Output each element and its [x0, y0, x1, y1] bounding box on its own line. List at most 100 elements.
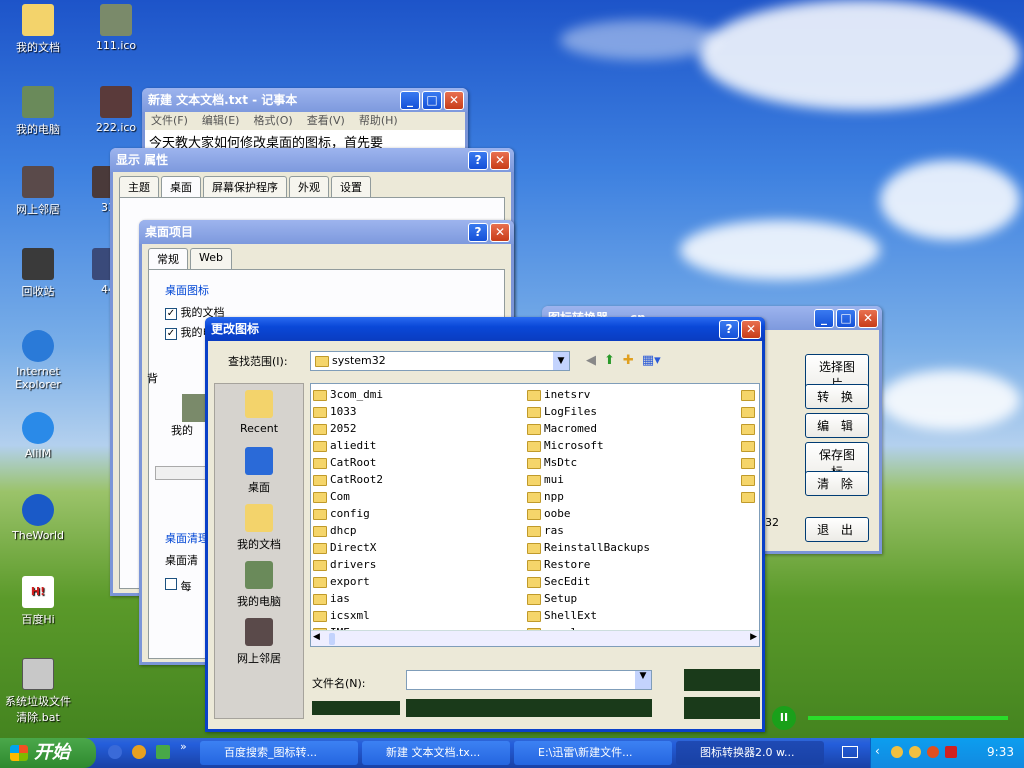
menu-format[interactable]: 格式(O) [253, 112, 292, 130]
change-icon-dialog[interactable]: 更改图标 ? ✕ 查找范围(I): system32 ▼ ◀ ⬆ ✚ ▦▾ Recent … [205, 317, 765, 732]
close-button[interactable]: ✕ [858, 309, 878, 328]
desktop-icon-theworld[interactable]: TheWorld [0, 494, 76, 542]
close-button[interactable]: ✕ [741, 320, 761, 339]
chevron-right-icon[interactable]: » [180, 740, 187, 753]
display-properties-titlebar[interactable]: 显示 属性 ? ✕ [110, 148, 514, 172]
view-menu-icon[interactable]: ▦▾ [642, 353, 661, 368]
task-explorer[interactable]: E:\迅雷\新建文件... [514, 741, 672, 765]
tray-expand-icon[interactable]: ‹ [875, 744, 880, 758]
folder-item[interactable]: Restore [527, 556, 650, 573]
filetype-combo-redacted[interactable] [406, 699, 652, 717]
folder-item[interactable]: LogFiles [527, 403, 650, 420]
filename-input[interactable]: ▼ [406, 670, 652, 690]
folder-item[interactable]: aliedit [313, 437, 383, 454]
desktop-icon-my-documents[interactable]: 我的文档 [0, 4, 76, 55]
convert-button[interactable]: 转 换 [805, 384, 869, 409]
tab-desktop[interactable]: 桌面 [161, 176, 201, 197]
tab-appearance[interactable]: 外观 [289, 176, 329, 197]
folder-item[interactable]: MsDtc [527, 454, 650, 471]
folder-item[interactable]: mui [527, 471, 650, 488]
notepad-titlebar[interactable]: 新建 文本文档.txt - 记事本 _ □ ✕ [142, 88, 468, 112]
folder-item[interactable]: 3com_dmi [313, 386, 383, 403]
folder-item[interactable]: 2052 [313, 420, 383, 437]
place-my-documents[interactable]: 我的文档 [215, 498, 303, 555]
pause-icon[interactable]: II [772, 706, 796, 730]
desktop-icon-network-places[interactable]: 网上邻居 [0, 166, 76, 217]
up-folder-icon[interactable]: ⬆ [604, 353, 615, 368]
file-list[interactable]: 3com_dmi 1033 2052 aliedit CatRoot CatRoot2 Co… [310, 383, 760, 647]
folder-item[interactable]: ias [313, 590, 383, 607]
tray-app-icon[interactable] [927, 746, 939, 758]
desktop-icon-bat[interactable]: 系统垃圾文件清除.bat [0, 658, 76, 725]
folder-item[interactable]: ShellExt [527, 607, 650, 624]
tray-qq-icon[interactable] [891, 746, 903, 758]
folder-item[interactable]: SecEdit [527, 573, 650, 590]
open-button-redacted[interactable] [684, 669, 760, 691]
quicklaunch-qq-icon[interactable] [132, 745, 146, 759]
menu-edit[interactable]: 编辑(E) [202, 112, 240, 130]
tab-settings[interactable]: 设置 [331, 176, 371, 197]
scroll-left-icon[interactable]: ◀ [313, 632, 320, 642]
tab-themes[interactable]: 主题 [119, 176, 159, 197]
folder-item[interactable]: Com [313, 488, 383, 505]
media-progress[interactable] [808, 716, 1008, 720]
tray-shield-icon[interactable] [945, 746, 957, 758]
checkbox-unchecked[interactable] [165, 578, 177, 590]
place-network[interactable]: 网上邻居 [215, 612, 303, 669]
folder-item[interactable]: CatRoot [313, 454, 383, 471]
quicklaunch-app-icon[interactable] [156, 745, 170, 759]
folder-item[interactable]: Macromed [527, 420, 650, 437]
close-button[interactable]: ✕ [490, 151, 510, 170]
folder-item[interactable]: icsxml [313, 607, 383, 624]
folder-item[interactable]: config [313, 505, 383, 522]
keyboard-icon[interactable] [842, 746, 858, 758]
desktop-items-titlebar[interactable]: 桌面项目 ? ✕ [139, 220, 514, 244]
folder-item[interactable]: dhcp [313, 522, 383, 539]
desktop-icon-recycle-bin[interactable]: 回收站 [0, 248, 76, 299]
help-button[interactable]: ? [468, 151, 488, 170]
chevron-down-icon[interactable]: ▼ [553, 352, 569, 370]
exit-button[interactable]: 退 出 [805, 517, 869, 542]
close-button[interactable]: ✕ [490, 223, 510, 242]
folder-item[interactable]: Microsoft [527, 437, 650, 454]
folder-item[interactable]: 1033 [313, 403, 383, 420]
checkbox-checked[interactable]: ✓ [165, 308, 177, 320]
place-recent[interactable]: Recent [215, 384, 303, 441]
change-icon-titlebar[interactable]: 更改图标 ? ✕ [205, 317, 765, 341]
folder-item[interactable]: oobe [527, 505, 650, 522]
horizontal-scrollbar[interactable]: ◀ ▶ [311, 630, 759, 646]
folder-item[interactable]: DirectX [313, 539, 383, 556]
look-in-combo[interactable]: system32 ▼ [310, 351, 570, 371]
maximize-button[interactable]: □ [422, 91, 442, 110]
scroll-thumb[interactable] [329, 633, 335, 645]
tab-screensaver[interactable]: 屏幕保护程序 [203, 176, 287, 197]
desktop-icon-my-computer[interactable]: 我的电脑 [0, 86, 76, 137]
place-desktop[interactable]: 桌面 [215, 441, 303, 498]
tab-web[interactable]: Web [190, 248, 232, 269]
help-button[interactable]: ? [719, 320, 739, 339]
maximize-button[interactable]: □ [836, 309, 856, 328]
quicklaunch-browser-icon[interactable] [108, 745, 122, 759]
cancel-button-redacted[interactable] [684, 697, 760, 719]
back-icon[interactable]: ◀ [586, 353, 596, 368]
folder-item[interactable]: Setup [527, 590, 650, 607]
folder-item[interactable]: inetsrv [527, 386, 650, 403]
edit-button[interactable]: 编 辑 [805, 413, 869, 438]
desktop-icon-internet-explorer[interactable]: Internet Explorer [0, 330, 76, 391]
start-button[interactable]: 开始 [0, 738, 96, 768]
menu-view[interactable]: 查看(V) [307, 112, 345, 130]
tray-qq-icon[interactable] [909, 746, 921, 758]
folder-item[interactable]: npp [527, 488, 650, 505]
tab-general[interactable]: 常规 [148, 248, 188, 269]
minimize-button[interactable]: _ [400, 91, 420, 110]
menu-help[interactable]: 帮助(H) [359, 112, 398, 130]
scroll-right-icon[interactable]: ▶ [750, 632, 757, 642]
clear-button[interactable]: 清 除 [805, 471, 869, 496]
folder-item[interactable]: CatRoot2 [313, 471, 383, 488]
task-icon-converter[interactable]: 图标转换器2.0 w... [676, 741, 824, 765]
folder-item[interactable]: drivers [313, 556, 383, 573]
task-notepad[interactable]: 新建 文本文档.tx... [362, 741, 510, 765]
desktop-icon-baidu-hi[interactable]: H! 百度Hi [0, 576, 76, 627]
place-my-computer[interactable]: 我的电脑 [215, 555, 303, 612]
chevron-down-icon[interactable]: ▼ [635, 671, 651, 689]
